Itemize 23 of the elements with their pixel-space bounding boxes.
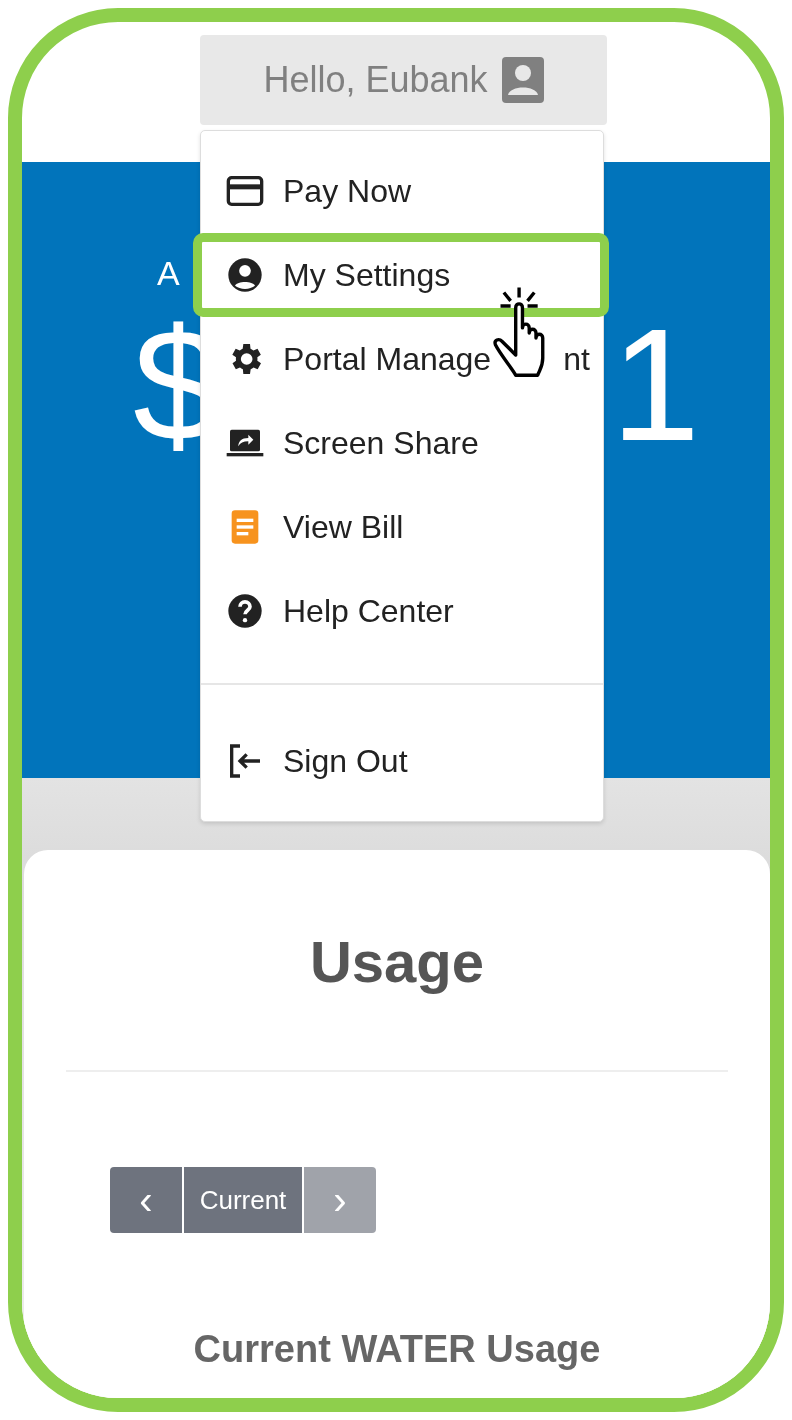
menu-item-label: Portal Manage nt [283, 340, 590, 378]
help-icon [225, 591, 265, 631]
menu-item[interactable]: Help Center [201, 569, 603, 653]
menu-item[interactable]: View Bill [201, 485, 603, 569]
user-circle-icon [225, 255, 265, 295]
usage-subtitle: Current WATER Usage [193, 1328, 601, 1371]
menu-item[interactable]: Screen Share [201, 401, 603, 485]
menu-item[interactable]: Portal Manage nt [201, 317, 603, 401]
menu-item[interactable]: Pay Now [201, 149, 603, 233]
menu-item-label: Help Center [283, 592, 454, 630]
menu-item[interactable]: Sign Out [201, 719, 603, 803]
menu-item-label: Pay Now [283, 172, 412, 210]
previous-button[interactable]: ‹ [110, 1167, 182, 1233]
user-icon [501, 57, 544, 103]
menu-item-label: Screen Share [283, 424, 479, 462]
balance-label: A [157, 254, 180, 293]
menu-item-label: View Bill [283, 508, 404, 546]
balance-amount: 1 [611, 305, 700, 465]
usage-title: Usage [309, 928, 485, 995]
menu-item-label: Sign Out [283, 742, 408, 780]
current-period-button[interactable]: Current [184, 1167, 302, 1233]
menu-item-label: My Settings [283, 256, 451, 294]
menu-item[interactable]: My Settings [193, 233, 609, 317]
